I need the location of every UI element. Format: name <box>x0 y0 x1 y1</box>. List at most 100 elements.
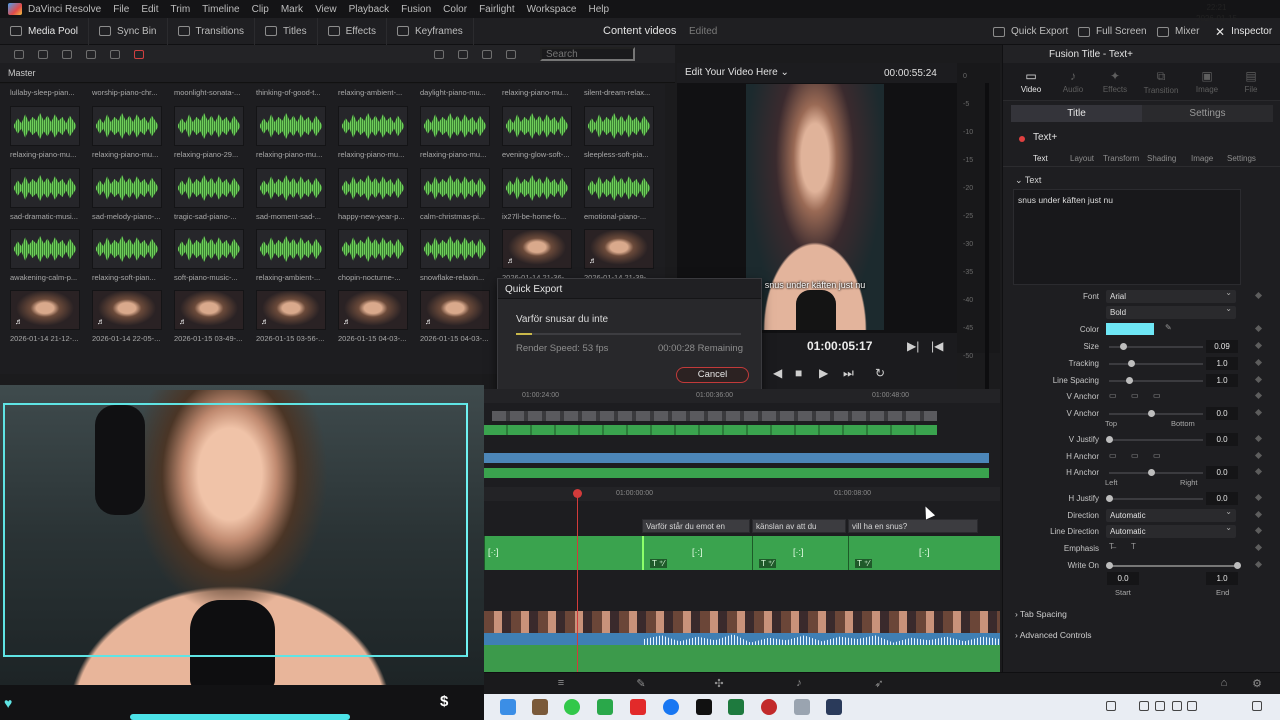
title-clip[interactable]: känslan av att du <box>752 519 846 533</box>
stop-icon[interactable]: ■ <box>795 366 802 380</box>
write-on-end-knob[interactable] <box>1234 562 1241 569</box>
tab-file[interactable]: ▤ File <box>1229 69 1273 94</box>
media-clip[interactable]: tragic-sad-piano-... <box>174 168 246 228</box>
media-clip[interactable]: relaxing-piano-mu... <box>10 106 82 166</box>
media-clip[interactable]: chopin-nocturne-... <box>338 229 410 289</box>
size-value[interactable]: 0.09 <box>1206 340 1238 353</box>
keyframe-icon[interactable] <box>1254 291 1263 300</box>
chat-app-icon[interactable] <box>597 699 613 715</box>
v-anchor-slider[interactable] <box>1109 413 1203 415</box>
settings-gear-icon[interactable]: ⚙ <box>1250 677 1264 691</box>
media-clip[interactable]: relaxing-piano-mu... <box>338 106 410 166</box>
keyframe-icon[interactable] <box>1254 434 1263 443</box>
media-clip[interactable]: sad-moment-sad-... <box>256 168 328 228</box>
playhead-handle[interactable] <box>573 489 582 498</box>
node-enable-icon[interactable] <box>1019 136 1025 142</box>
media-clip[interactable]: emotional-piano-... <box>584 168 656 228</box>
text-clip[interactable]: [·:] T ⁺⁄ <box>642 536 752 570</box>
volume-icon[interactable] <box>1187 701 1197 711</box>
play-icon[interactable]: ▶ <box>819 366 828 380</box>
green-app-icon[interactable] <box>564 699 580 715</box>
keyframe-icon[interactable] <box>1254 324 1263 333</box>
sync-icon[interactable] <box>110 49 120 59</box>
v-justify-slider[interactable] <box>1109 439 1203 441</box>
titles-button[interactable]: Titles <box>255 17 318 45</box>
eyedropper-icon[interactable]: ✎ <box>1165 323 1172 332</box>
keyframe-icon[interactable] <box>1254 510 1263 519</box>
write-on-start-value[interactable]: 0.0 <box>1107 572 1139 585</box>
keyframe-icon[interactable] <box>1254 391 1263 400</box>
size-slider-knob[interactable] <box>1120 343 1127 350</box>
title-clip[interactable]: vill ha en snus? <box>848 519 978 533</box>
tab-layout[interactable]: Layout <box>1070 154 1094 163</box>
tracking-value[interactable]: 1.0 <box>1206 357 1238 370</box>
timeline-panel[interactable]: 01:00:24:00 01:00:36:00 01:00:48:00 01:0… <box>484 389 1000 672</box>
tab-transform[interactable]: Transform <box>1103 154 1139 163</box>
tab-image[interactable]: ▣ Image <box>1185 69 1229 94</box>
media-clip[interactable]: awakening-calm-p... <box>10 229 82 289</box>
media-clip[interactable]: relaxing-piano-mu... <box>420 106 492 166</box>
quick-export-button[interactable]: Quick Export <box>993 18 1068 45</box>
thumbnail-view-icon[interactable] <box>434 49 444 59</box>
tracking-slider[interactable] <box>1109 363 1203 365</box>
timeline-name-dropdown[interactable]: Edit Your Video Here <box>685 67 778 78</box>
menu-workspace[interactable]: Workspace <box>527 4 577 15</box>
tab-image-text[interactable]: Image <box>1191 154 1213 163</box>
direction-select[interactable]: Automatic <box>1106 507 1236 522</box>
panel-toggle-icon[interactable] <box>14 49 24 59</box>
media-clip[interactable]: ♬ 2026-01-14 21-12-... <box>10 290 82 350</box>
write-on-end-value[interactable]: 1.0 <box>1206 572 1238 585</box>
tab-spacing-section[interactable]: › Tab Spacing <box>1015 609 1067 619</box>
tracking-slider-knob[interactable] <box>1128 360 1135 367</box>
line-direction-select[interactable]: Automatic <box>1106 523 1236 538</box>
tab-effects[interactable]: ✦ Effects <box>1093 69 1137 94</box>
minecraft-app-icon[interactable] <box>532 699 548 715</box>
h-justify-knob[interactable] <box>1106 495 1113 502</box>
youtube-app-icon[interactable] <box>630 699 646 715</box>
font-style-select[interactable]: Bold <box>1106 304 1236 319</box>
video-track[interactable] <box>484 611 1000 633</box>
menu-trim[interactable]: Trim <box>171 4 191 15</box>
media-clip[interactable]: ♬ 2026-01-15 04-03-... <box>420 290 492 350</box>
media-clip[interactable]: ♬ 2026-01-15 03-49-... <box>174 290 246 350</box>
folder-app-icon[interactable] <box>794 699 810 715</box>
keyframe-icon[interactable] <box>1254 341 1263 350</box>
smart-bin-icon[interactable] <box>86 49 96 59</box>
v-anchor-knob[interactable] <box>1148 410 1155 417</box>
bin-list-icon[interactable] <box>62 49 72 59</box>
keyframes-button[interactable]: Keyframes <box>387 17 474 45</box>
strikethrough-icon[interactable]: T̶ <box>1109 542 1114 551</box>
tab-audio[interactable]: ♪ Audio <box>1051 69 1095 94</box>
media-pool-button[interactable]: Media Pool <box>0 17 90 45</box>
notification-icon[interactable] <box>1252 701 1262 711</box>
line-spacing-value[interactable]: 1.0 <box>1206 374 1238 387</box>
prev-marker-icon[interactable]: |◀ <box>931 339 943 353</box>
menu-color[interactable]: Color <box>443 4 467 15</box>
loop-icon[interactable]: ↻ <box>875 366 885 380</box>
menu-clip[interactable]: Clip <box>252 4 269 15</box>
menu-help[interactable]: Help <box>588 4 609 15</box>
keyframe-icon[interactable] <box>1254 493 1263 502</box>
keyframe-icon[interactable] <box>1254 451 1263 460</box>
media-clip[interactable]: sad-melody-piano-... <box>92 168 164 228</box>
playhead-line[interactable] <box>577 493 578 672</box>
media-clip[interactable]: evening-glow-soft-... <box>502 106 574 166</box>
h-anchor-slider[interactable] <box>1109 472 1203 474</box>
resolve-app-icon[interactable] <box>826 699 842 715</box>
media-clip[interactable]: ♬ 2026-01-15 04-03-... <box>338 290 410 350</box>
edit-page-icon[interactable]: ✎ <box>634 677 648 691</box>
tab-title[interactable]: Title <box>1011 105 1142 122</box>
advanced-controls-section[interactable]: › Advanced Controls <box>1015 630 1092 640</box>
menu-file[interactable]: File <box>113 4 129 15</box>
line-spacing-slider[interactable] <box>1109 380 1203 382</box>
keyframe-icon[interactable] <box>1254 526 1263 535</box>
write-on-start-knob[interactable] <box>1106 562 1113 569</box>
tab-text[interactable]: Text <box>1033 154 1048 163</box>
full-screen-button[interactable]: Full Screen <box>1078 18 1147 45</box>
effects-button[interactable]: Effects <box>318 17 387 45</box>
v-justify-value[interactable]: 0.0 <box>1206 433 1238 446</box>
menu-playback[interactable]: Playback <box>349 4 390 15</box>
h-justify-value[interactable]: 0.0 <box>1206 492 1238 505</box>
sync-bin-button[interactable]: Sync Bin <box>89 17 168 45</box>
facebook-app-icon[interactable] <box>663 699 679 715</box>
